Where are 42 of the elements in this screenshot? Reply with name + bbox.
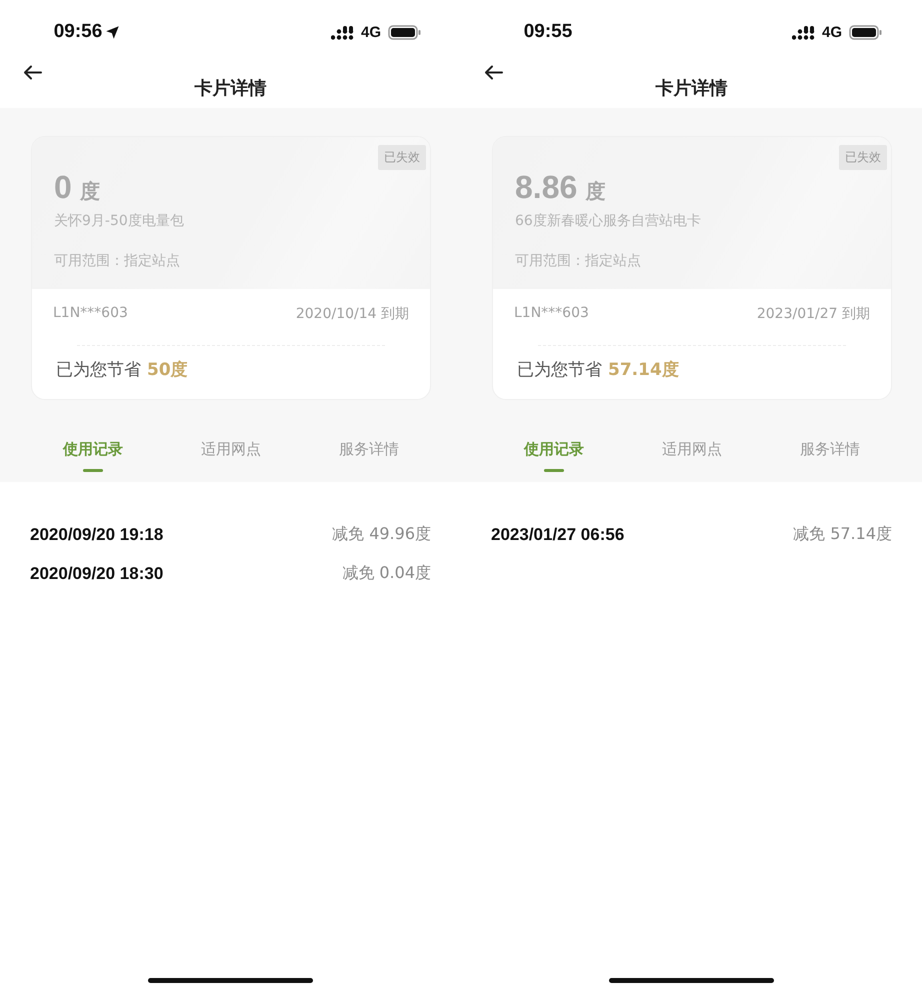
- tab[interactable]: 使用记录: [47, 440, 139, 482]
- card-name: 关怀9月-50度电量包: [54, 212, 185, 230]
- battery-icon: [388, 24, 421, 40]
- record-time: 2020/09/20 18:30: [30, 564, 164, 584]
- page-title: 卡片详情: [194, 77, 266, 100]
- card-scope: 可用范围：指定站点: [54, 252, 181, 270]
- amount-unit: 度: [585, 178, 606, 205]
- status-time: 09:56: [54, 21, 102, 43]
- amount-unit: 度: [80, 178, 100, 205]
- card-amount: 0: [54, 169, 72, 206]
- signal-icon: [330, 24, 354, 40]
- expiry-date: 2023/01/27 到期: [756, 305, 870, 323]
- card-number: L1N***603: [514, 305, 589, 323]
- status-badge: 已失效: [378, 145, 426, 170]
- saved-label: 已为您节省: [517, 359, 602, 381]
- status-time: 09:55: [524, 21, 572, 43]
- page-title: 卡片详情: [656, 77, 728, 100]
- tab[interactable]: 服务详情: [784, 440, 876, 482]
- record-amount: 减免 57.14度: [793, 524, 892, 545]
- record-time: 2020/09/20 19:18: [30, 524, 164, 544]
- card-number: L1N***603: [53, 305, 128, 323]
- record-time: 2023/01/27 06:56: [491, 524, 624, 544]
- saved-label: 已为您节省: [56, 359, 141, 381]
- network-label: 4G: [360, 24, 381, 40]
- battery-icon: [849, 24, 882, 40]
- tab[interactable]: 适用网点: [646, 440, 738, 482]
- saved-value: 50度: [147, 359, 188, 381]
- card-name: 66度新春暖心服务自营站电卡: [515, 212, 702, 230]
- signal-icon: [792, 24, 815, 40]
- status-badge: 已失效: [839, 145, 887, 170]
- card-scope: 可用范围：指定站点: [515, 252, 642, 270]
- saved-value: 57.14度: [608, 359, 679, 381]
- network-label: 4G: [822, 24, 842, 40]
- expiry-date: 2020/10/14 到期: [296, 305, 409, 323]
- back-icon[interactable]: [23, 65, 42, 80]
- record-amount: 减免 49.96度: [332, 524, 431, 545]
- card-amount: 8.86: [515, 169, 578, 206]
- tab[interactable]: 服务详情: [323, 440, 415, 482]
- back-icon[interactable]: [484, 65, 503, 80]
- tab[interactable]: 使用记录: [508, 440, 600, 482]
- record-amount: 减免 0.04度: [342, 563, 431, 584]
- tab[interactable]: 适用网点: [185, 440, 277, 482]
